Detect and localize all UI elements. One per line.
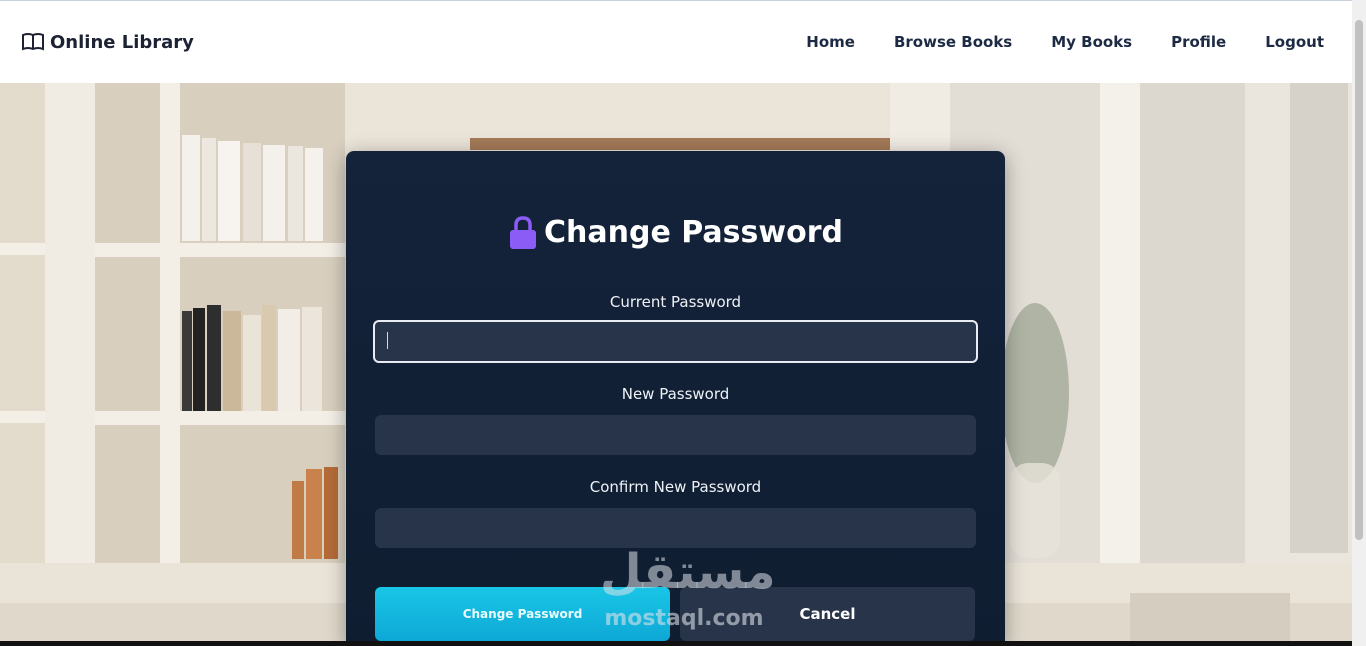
watermark-latin: mostaql.com [604, 606, 764, 631]
modal-title: Change Password [346, 215, 1005, 250]
nav-profile[interactable]: Profile [1171, 33, 1226, 51]
nav-logout[interactable]: Logout [1265, 33, 1324, 51]
page-scrollbar[interactable] [1352, 0, 1366, 646]
nav-browse-books[interactable]: Browse Books [894, 33, 1012, 51]
brand[interactable]: Online Library [22, 32, 194, 53]
nav-home[interactable]: Home [806, 33, 855, 51]
lock-icon [510, 215, 536, 249]
nav-my-books[interactable]: My Books [1051, 33, 1132, 51]
new-password-input[interactable] [375, 415, 976, 455]
top-navbar: Online Library Home Browse Books My Book… [0, 0, 1366, 83]
current-password-input[interactable] [373, 320, 978, 363]
scrollbar-thumb[interactable] [1355, 20, 1363, 540]
text-caret [387, 332, 388, 349]
confirm-password-input[interactable] [375, 508, 976, 548]
bottom-edge-bar [0, 641, 1352, 646]
watermark-arabic: مستقل [600, 544, 776, 600]
nav-links: Home Browse Books My Books Profile Logou… [806, 33, 1324, 51]
modal-title-text: Change Password [544, 215, 843, 250]
current-password-label: Current Password [609, 293, 742, 311]
confirm-password-label: Confirm New Password [589, 478, 762, 496]
new-password-label: New Password [621, 385, 730, 403]
brand-name: Online Library [50, 31, 194, 53]
open-book-icon [22, 33, 44, 51]
